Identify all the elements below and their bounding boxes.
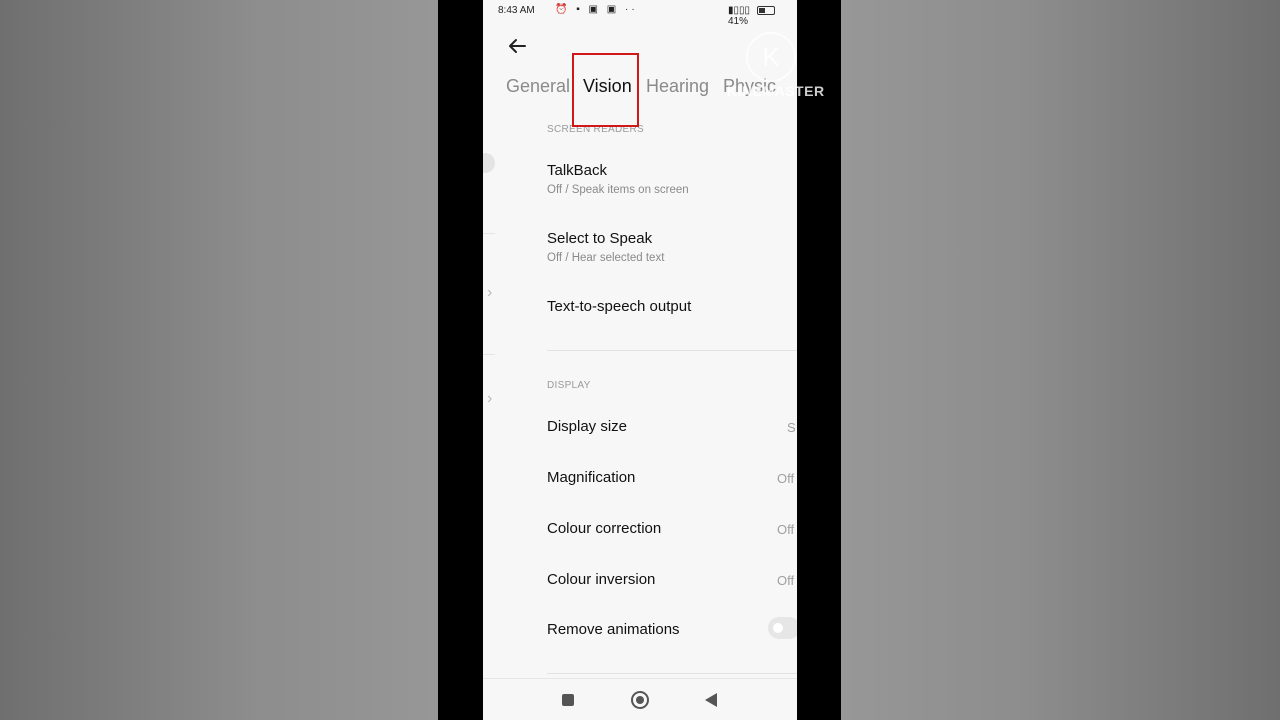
chevron-right-icon: › <box>487 284 493 301</box>
talkback-subtitle: Off / Speak items on screen <box>547 184 689 196</box>
colour-correction-value: Off <box>777 522 795 537</box>
nav-back-button[interactable] <box>691 679 731 720</box>
battery-percent: 41% <box>728 16 749 27</box>
section-display: DISPLAY <box>547 380 591 391</box>
section-divider <box>547 350 797 351</box>
navigation-bar <box>483 678 797 720</box>
watermark-text: KINEMASTER <box>727 83 825 99</box>
highlight-box <box>572 53 639 127</box>
remove-animations-title: Remove animations <box>547 621 680 638</box>
display-size-value: S <box>787 420 796 435</box>
kinemaster-logo-icon: K <box>746 32 796 82</box>
text-to-speech-output-item[interactable]: Text-to-speech output <box>547 298 691 315</box>
section-divider <box>547 673 797 674</box>
remove-animations-toggle[interactable] <box>768 617 797 639</box>
tab-hearing[interactable]: Hearing <box>646 76 709 97</box>
magnification-value: Off <box>777 471 795 486</box>
square-icon <box>562 694 574 706</box>
recents-button[interactable] <box>548 679 588 720</box>
select-to-speak-title: Select to Speak <box>547 230 653 247</box>
talkback-title: TalkBack <box>547 162 608 179</box>
signal-icon: ▮▯▯▯ <box>728 5 751 16</box>
previous-page-ghost-toggle <box>483 153 495 173</box>
back-arrow-icon[interactable] <box>505 34 529 58</box>
previous-page-ghost-divider <box>483 354 495 355</box>
chevron-right-icon: › <box>487 390 493 407</box>
status-time: 8:43 AM <box>498 5 535 16</box>
colour-inversion-value: Off <box>777 573 795 588</box>
battery-icon <box>756 5 775 15</box>
status-bar: 8:43 AM ⏰ ▪ ▣ ▣ ·· ▮▯▯▯ 41% <box>498 0 797 27</box>
left-black-bar <box>438 0 483 720</box>
colour-correction-title: Colour correction <box>547 520 662 537</box>
back-triangle-icon <box>705 693 717 707</box>
status-right: ▮▯▯▯ 41% <box>728 5 797 27</box>
magnification-title: Magnification <box>547 469 636 486</box>
tab-general[interactable]: General <box>506 76 570 97</box>
display-size-title: Display size <box>547 418 628 435</box>
notification-icons: ⏰ ▪ ▣ ▣ ·· <box>555 4 638 15</box>
kinemaster-watermark: K KINEMASTER <box>727 30 827 110</box>
select-to-speak-subtitle: Off / Hear selected text <box>547 252 665 264</box>
home-button[interactable] <box>620 679 660 720</box>
colour-inversion-title: Colour inversion <box>547 571 656 588</box>
previous-page-ghost-divider <box>483 233 495 234</box>
home-circle-icon <box>631 691 649 709</box>
